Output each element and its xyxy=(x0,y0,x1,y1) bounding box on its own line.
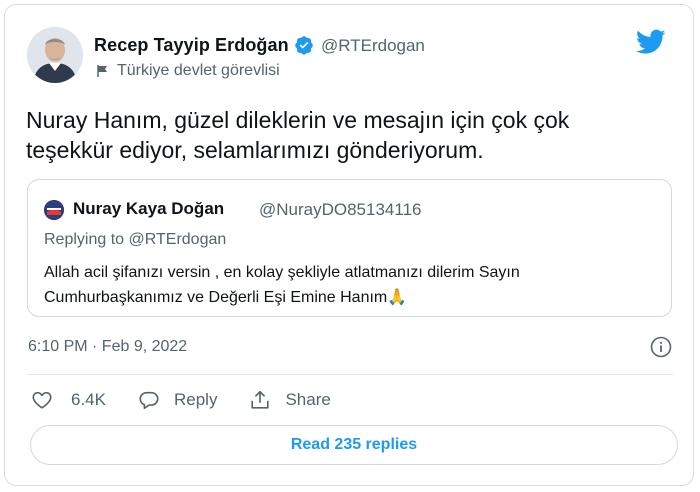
info-icon[interactable] xyxy=(650,336,672,358)
share-button[interactable]: Share xyxy=(249,389,331,411)
author-name[interactable]: Recep Tayyip Erdoğan xyxy=(94,35,289,56)
like-count: 6.4K xyxy=(71,390,106,409)
reply-label: Reply xyxy=(173,390,218,409)
quoted-tweet[interactable]: Nuray Kaya Doğan @NurayDO85134116 Replyi… xyxy=(27,179,672,317)
verified-badge-icon xyxy=(295,36,313,55)
reply-icon xyxy=(139,391,159,410)
government-label: Türkiye devlet görevlisi xyxy=(96,62,280,80)
like-button[interactable]: 6.4K xyxy=(31,389,106,411)
heart-icon xyxy=(32,391,52,409)
reply-button[interactable]: Reply xyxy=(138,389,217,411)
replying-to-handle: @RTErdogan xyxy=(128,231,227,248)
quoted-author-avatar xyxy=(44,200,64,220)
divider xyxy=(27,374,673,375)
share-icon xyxy=(251,390,270,409)
tweet-text: Nuray Hanım, güzel dileklerin ve mesajın… xyxy=(26,107,570,163)
flag-icon xyxy=(97,65,107,77)
government-label-text: Türkiye devlet görevlisi xyxy=(117,62,280,79)
author-avatar[interactable] xyxy=(27,27,83,83)
author-handle[interactable]: @RTErdogan xyxy=(321,36,425,56)
tweet-actions: 6.4K Reply Share xyxy=(31,389,331,411)
tweet-card: Recep Tayyip Erdoğan @RTErdogan Türkiye … xyxy=(4,4,694,486)
share-label: Share xyxy=(285,390,331,409)
quoted-author-name: Nuray Kaya Doğan xyxy=(73,199,225,218)
read-replies-button[interactable]: Read 235 replies xyxy=(30,425,678,465)
quoted-author-handle: @NurayDO85134116 xyxy=(259,200,422,219)
replying-to: Replying to @RTErdogan xyxy=(44,231,226,249)
twitter-logo-icon[interactable] xyxy=(636,29,666,55)
tweet-timestamp[interactable]: 6:10 PM · Feb 9, 2022 xyxy=(28,338,187,356)
replying-to-prefix: Replying to xyxy=(44,231,125,248)
quoted-tweet-text: Allah acil şifanızı versin , en kolay şe… xyxy=(44,264,520,306)
